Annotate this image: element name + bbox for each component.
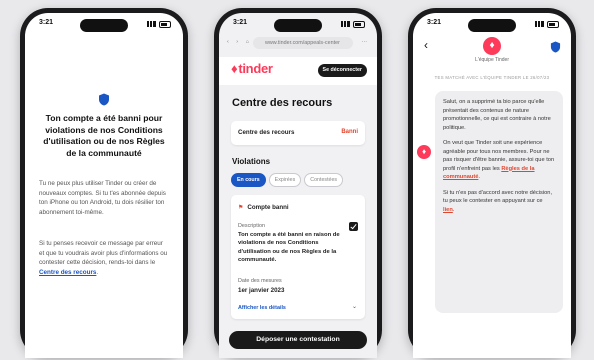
phone-chat: 3:21 ‹ ♦ L'équipe Tinder TES MATCHÉ AVEC… (408, 8, 576, 358)
message-text-end: . (478, 174, 480, 180)
status-icons (147, 21, 171, 28)
browser-bar: ‹ › ⌂ www.tinder.com/appeals-center ⋯ (225, 37, 371, 49)
appeal-text-end: . (96, 268, 99, 276)
violation-tabs: En cours Expirées Contestées (231, 173, 369, 187)
violations-heading: Violations (232, 157, 271, 166)
status-bar: 3:21 (39, 19, 171, 31)
safety-shield-icon[interactable] (550, 41, 561, 53)
status-bar: 3:21 (233, 19, 365, 31)
violation-title-text: Compte banni (247, 204, 289, 211)
message-paragraph-3: Si tu n'es pas d'accord avec notre décis… (443, 189, 555, 215)
logout-button[interactable]: Se déconnecter (317, 64, 367, 77)
shield-icon (99, 93, 109, 106)
status-bar: 3:21 (427, 19, 559, 31)
site-header: ♦tinder Se déconnecter (219, 57, 377, 85)
ban-appeal-text: Si tu penses recevoir ce message par err… (39, 239, 169, 277)
status-icons (341, 21, 365, 28)
url-field[interactable]: www.tinder.com/appeals-center (253, 37, 353, 49)
tab-contestees[interactable]: Contestées (304, 173, 344, 187)
date-value: 1er janvier 2023 (238, 287, 285, 294)
phone-screen: 3:21 Ton compte a été banni pour violati… (25, 13, 183, 358)
account-status-card: Centre des recours Banni (231, 121, 365, 145)
signal-icon (147, 21, 156, 27)
browser-menu-icon[interactable]: ⋯ (362, 39, 369, 45)
status-time: 3:21 (427, 19, 442, 26)
tab-en-cours[interactable]: En cours (231, 173, 266, 187)
sender-avatar-icon: ♦ (417, 145, 431, 159)
account-status-label: Centre des recours (238, 129, 295, 136)
chevron-down-icon[interactable]: ⌄ (352, 303, 357, 310)
message-text: On veut que Tinder soit une expérience a… (443, 140, 555, 172)
violation-title: ⚑ Compte banni (238, 204, 289, 211)
flag-icon: ⚑ (238, 205, 244, 211)
chat-contact-name: L'équipe Tinder (474, 57, 510, 63)
phone-ban-notice: 3:21 Ton compte a été banni pour violati… (20, 8, 188, 358)
phone-screen: 3:21 ‹ ♦ L'équipe Tinder TES MATCHÉ AVEC… (413, 13, 571, 358)
message-bubble: Salut, on a supprimé ta bio parce qu'ell… (435, 91, 563, 313)
message-paragraph-1: Salut, on a supprimé ta bio parce qu'ell… (443, 99, 551, 131)
phone-screen: 3:21 ‹ › ⌂ www.tinder.com/appeals-center… (219, 13, 377, 358)
message-text-end: . (452, 206, 455, 213)
status-time: 3:21 (233, 19, 248, 26)
status-time: 3:21 (39, 19, 54, 26)
signal-icon (535, 21, 544, 27)
battery-icon (547, 21, 559, 28)
account-status-badge: Banni (341, 129, 358, 135)
ban-info-text: Tu ne peux plus utiliser Tinder ou créer… (39, 180, 166, 216)
tinder-avatar-icon[interactable]: ♦ (483, 37, 501, 55)
logo-text: tinder (238, 61, 273, 76)
back-icon[interactable]: ‹ (424, 38, 428, 52)
appeal-link[interactable]: lien (443, 207, 453, 213)
stage: 3:21 Ton compte a été banni pour violati… (0, 0, 594, 360)
appeal-text: Si tu penses recevoir ce message par err… (39, 240, 168, 267)
description-label: Description (238, 223, 265, 229)
signal-icon (341, 21, 350, 27)
battery-icon (159, 21, 171, 28)
show-details-link[interactable]: Afficher les détails (238, 305, 286, 311)
tinder-logo: ♦tinder (231, 61, 273, 76)
tab-expirees[interactable]: Expirées (268, 173, 302, 187)
submit-appeal-button[interactable]: Déposer une contestation (229, 331, 367, 349)
browser-nav-icons[interactable]: ‹ › ⌂ (227, 39, 252, 45)
checkbox-icon[interactable] (349, 222, 358, 231)
status-icons (535, 21, 559, 28)
description-text: Ton compte a été banni en raison de viol… (238, 232, 340, 264)
phone-appeals-center: 3:21 ‹ › ⌂ www.tinder.com/appeals-center… (214, 8, 382, 358)
appeals-center-link[interactable]: Centre des recours (39, 269, 96, 276)
message-text: Si tu n'es pas d'accord avec notre décis… (443, 189, 553, 205)
message-paragraph-2: On veut que Tinder soit une expérience a… (443, 139, 555, 182)
flame-icon: ♦ (231, 61, 238, 76)
match-date-text: TES MATCHÉ AVEC L'ÉQUIPE TINDER LE 26/07… (434, 75, 550, 80)
ban-title: Ton compte a été banni pour violations d… (43, 113, 165, 158)
violation-card: ⚑ Compte banni Description Ton compte a é… (231, 195, 365, 319)
page-title: Centre des recours (232, 97, 333, 109)
date-label: Date des mesures (238, 278, 282, 284)
battery-icon (353, 21, 365, 28)
